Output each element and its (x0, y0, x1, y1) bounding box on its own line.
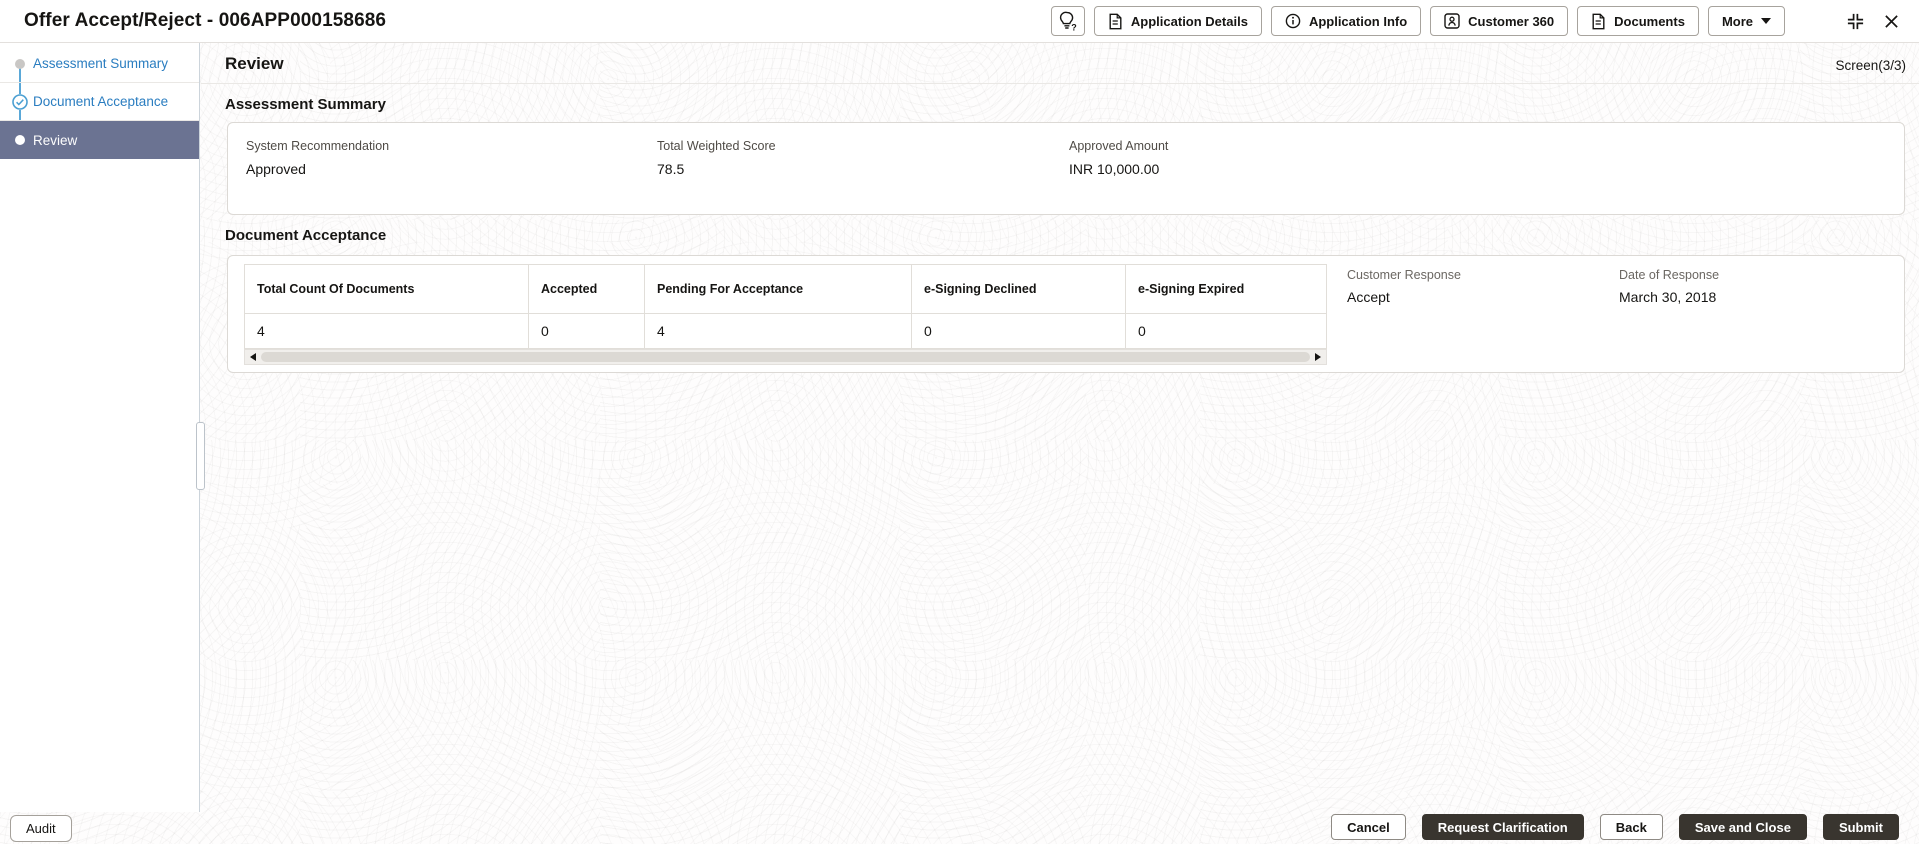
scroll-right-arrow[interactable] (1310, 350, 1326, 364)
step-assessment-summary-label: Assessment Summary (33, 56, 169, 71)
date-of-response-value: March 30, 2018 (1619, 289, 1717, 305)
info-icon (1285, 13, 1301, 29)
collapse-layout-button[interactable] (1844, 10, 1867, 33)
customer-360-button[interactable]: Customer 360 (1430, 6, 1569, 36)
step-document-acceptance-label: Document Acceptance (33, 94, 169, 109)
document-acceptance-heading: Document Acceptance (225, 227, 387, 244)
header-toolbar: ? Application Details Application Info C… (1050, 6, 1907, 36)
column-header-accepted: Accepted (529, 265, 645, 314)
person-badge-icon (1444, 13, 1460, 29)
table-header-row: Total Count Of Documents Accepted Pendin… (245, 265, 1326, 314)
application-details-button[interactable]: Application Details (1093, 6, 1262, 36)
active-step-dot-icon (15, 135, 25, 145)
cancel-button[interactable]: Cancel (1331, 814, 1406, 840)
workflow-sidebar: Assessment Summary Document Acceptance R… (0, 43, 200, 812)
cell-accepted: 0 (529, 314, 645, 348)
field-date-of-response: Date of Response March 30, 2018 (1619, 268, 1719, 305)
table-horizontal-scrollbar[interactable] (244, 349, 1327, 365)
left-triangle-icon (250, 353, 256, 361)
approved-amount-label: Approved Amount (1069, 139, 1169, 153)
collapse-icon (1846, 12, 1865, 31)
cell-esigning-expired: 0 (1138, 323, 1146, 339)
column-header-pending: Pending For Acceptance (645, 265, 912, 314)
document-acceptance-card: Total Count Of Documents Accepted Pendin… (227, 255, 1905, 373)
footer-actions: Cancel Request Clarification Back Save a… (1331, 814, 1899, 840)
back-button[interactable]: Back (1599, 814, 1663, 840)
page-title: Review (225, 54, 284, 73)
document-acceptance-table: Total Count Of Documents Accepted Pendin… (244, 264, 1327, 349)
header-divider (201, 83, 1919, 84)
customer-360-label: Customer 360 (1468, 13, 1555, 29)
close-button[interactable] (1882, 12, 1901, 31)
scrollbar-thumb[interactable] (261, 352, 1310, 362)
save-and-close-button[interactable]: Save and Close (1678, 814, 1807, 840)
table-row: 4 0 4 0 0 (245, 314, 1326, 348)
submit-button[interactable]: Submit (1822, 814, 1899, 840)
documents-label: Documents (1614, 13, 1685, 29)
customer-response-value: Accept (1347, 289, 1390, 305)
lightbulb-question-icon: ? (1059, 11, 1077, 31)
document-icon (1591, 13, 1606, 30)
column-header-total-count: Total Count Of Documents (245, 265, 529, 314)
column-header-esigning-declined: e-Signing Declined (912, 265, 1126, 314)
svg-text:?: ? (1071, 22, 1077, 31)
cell-esigning-declined: 0 (912, 314, 1126, 348)
approved-amount-value: INR 10,000.00 (1069, 161, 1160, 177)
date-of-response-label: Date of Response (1619, 268, 1720, 282)
right-triangle-icon (1315, 353, 1321, 361)
more-label: More (1721, 13, 1753, 29)
pending-step-dot-icon (15, 59, 25, 69)
field-system-recommendation: System Recommendation Approved (246, 139, 389, 177)
help-button[interactable]: ? (1050, 6, 1085, 36)
customer-response-label: Customer Response (1347, 268, 1461, 282)
documents-button[interactable]: Documents (1577, 6, 1699, 36)
app-title: Offer Accept/Reject - 006APP000158686 (24, 10, 387, 31)
screen-indicator: Screen(3/3) (1835, 58, 1906, 73)
field-approved-amount: Approved Amount INR 10,000.00 (1069, 139, 1168, 177)
total-weighted-score-value: 78.5 (657, 161, 685, 177)
step-review-label: Review (33, 132, 78, 148)
system-recommendation-label: System Recommendation (246, 139, 390, 153)
audit-button[interactable]: Audit (10, 815, 72, 842)
panel-resize-handle[interactable] (196, 422, 205, 490)
field-customer-response: Customer Response Accept (1347, 268, 1461, 305)
application-info-label: Application Info (1308, 13, 1408, 29)
window-controls (1844, 10, 1901, 33)
assessment-summary-heading: Assessment Summary (225, 96, 386, 113)
step-document-acceptance[interactable]: Document Acceptance (0, 83, 199, 121)
caret-down-icon (1761, 18, 1771, 24)
document-icon (1108, 13, 1123, 30)
scroll-left-arrow[interactable] (245, 350, 261, 364)
assessment-summary-card: System Recommendation Approved Total Wei… (227, 122, 1905, 215)
cell-total-count: 4 (245, 314, 529, 348)
field-total-weighted-score: Total Weighted Score 78.5 (657, 139, 776, 177)
step-assessment-summary[interactable]: Assessment Summary (0, 45, 199, 83)
more-button[interactable]: More (1707, 6, 1785, 36)
column-header-esigning-expired: e-Signing Expired (1126, 265, 1326, 314)
application-details-label: Application Details (1130, 13, 1248, 29)
close-icon (1884, 14, 1899, 29)
step-review[interactable]: Review (0, 121, 199, 159)
application-info-button[interactable]: Application Info (1270, 6, 1422, 36)
request-clarification-button[interactable]: Request Clarification (1421, 814, 1584, 840)
system-recommendation-value: Approved (246, 161, 306, 177)
app-header: Offer Accept/Reject - 006APP000158686 ? … (0, 0, 1919, 43)
total-weighted-score-label: Total Weighted Score (657, 139, 776, 153)
completed-step-check-icon (12, 94, 28, 110)
cell-pending: 4 (645, 314, 912, 348)
